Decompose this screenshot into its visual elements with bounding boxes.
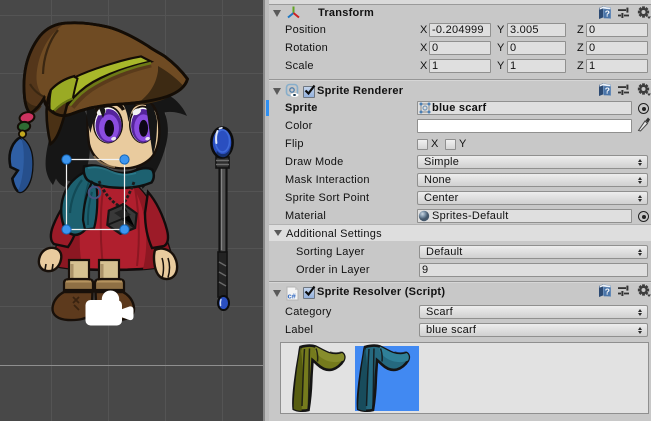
svg-text:c#: c#	[288, 292, 297, 301]
